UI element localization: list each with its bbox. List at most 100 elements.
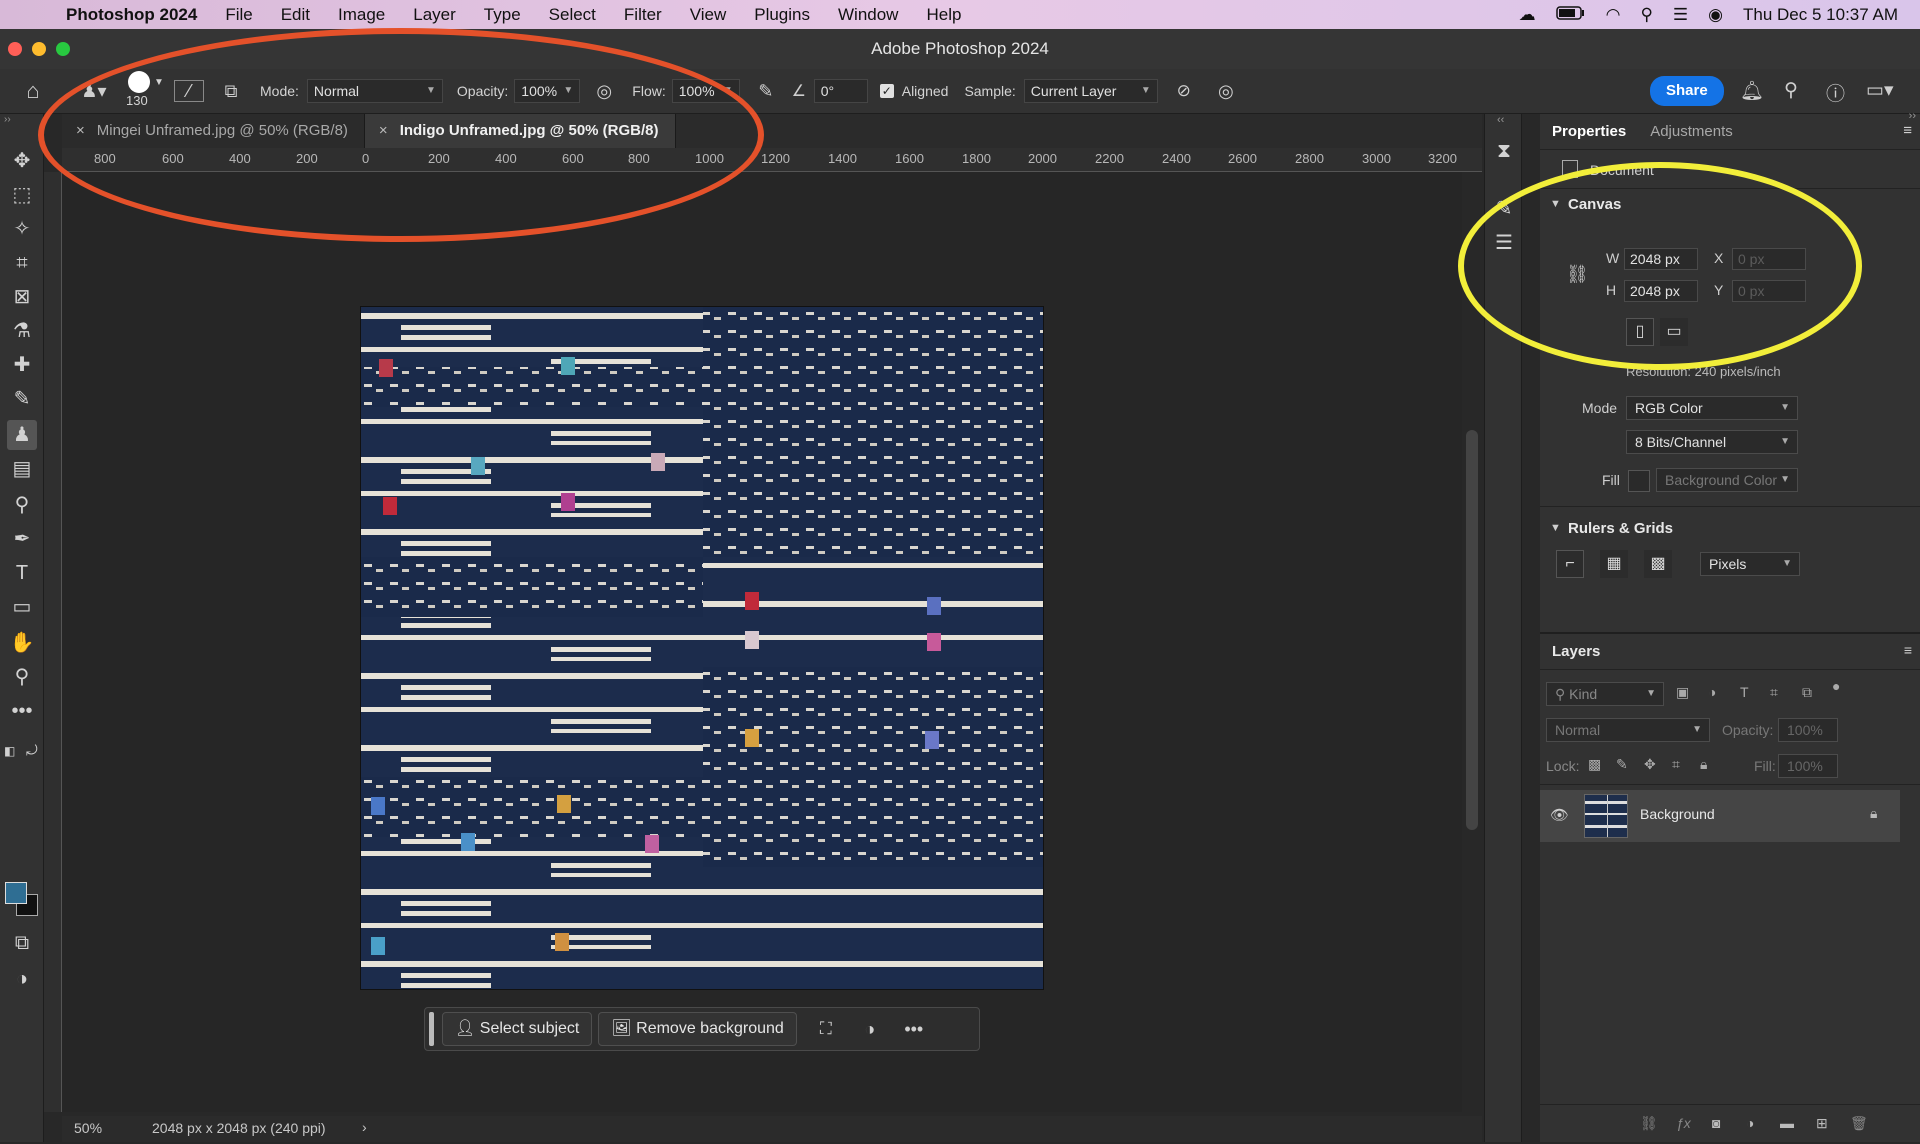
chevron-right-icon[interactable]: › bbox=[362, 1119, 367, 1135]
adjustment-icon[interactable]: ◑ bbox=[855, 1019, 885, 1040]
menubar-clock[interactable]: Thu Dec 5 10:37 AM bbox=[1743, 5, 1898, 25]
more-options-icon[interactable]: ••• bbox=[899, 1019, 929, 1040]
link-layers-icon[interactable]: ⛓ bbox=[1640, 1115, 1658, 1132]
layer-kind-filter[interactable]: ⚲ Kind ▼ bbox=[1546, 682, 1664, 706]
search-icon[interactable]: ⚲ bbox=[1784, 79, 1798, 102]
lock-pixels-icon[interactable]: ✎ bbox=[1616, 756, 1628, 773]
add-mask-icon[interactable]: ◙ bbox=[1712, 1115, 1720, 1131]
ruler-units-select[interactable]: Pixels ▼ bbox=[1700, 552, 1800, 576]
workspace-switcher-icon[interactable]: ▭▾ bbox=[1866, 79, 1894, 102]
gradient-tool-icon[interactable]: ▤ bbox=[7, 454, 37, 484]
home-icon[interactable]: ⌂ bbox=[18, 78, 48, 104]
ignore-adjustment-layers-icon[interactable]: ⊘ bbox=[1170, 81, 1198, 101]
window-minimize-button[interactable] bbox=[32, 42, 46, 56]
lock-position-icon[interactable]: ✥ bbox=[1644, 756, 1656, 773]
sample-select[interactable]: Current Layer ▼ bbox=[1023, 79, 1158, 103]
wifi-icon[interactable]: ◠ bbox=[1606, 5, 1621, 25]
layer-opacity-field[interactable]: 100% bbox=[1778, 718, 1838, 742]
bit-depth-select[interactable]: 8 Bits/Channel ▼ bbox=[1626, 430, 1798, 454]
move-tool-icon[interactable]: ✥ bbox=[7, 146, 37, 176]
menu-select[interactable]: Select bbox=[549, 5, 596, 25]
menu-layer[interactable]: Layer bbox=[413, 5, 456, 25]
aligned-checkbox[interactable]: ✓ bbox=[879, 84, 894, 98]
layer-name[interactable]: Background bbox=[1640, 806, 1715, 822]
filter-toggle-icon[interactable]: ● bbox=[1832, 678, 1840, 694]
share-button[interactable]: Share bbox=[1650, 76, 1724, 106]
hand-tool-icon[interactable]: ✋ bbox=[7, 628, 37, 658]
panel-menu-icon[interactable]: ≡ bbox=[1903, 122, 1912, 139]
app-menu[interactable]: Photoshop 2024 bbox=[66, 5, 197, 25]
new-adjustment-layer-icon[interactable]: ◑ bbox=[1746, 1115, 1754, 1131]
blend-mode-select[interactable]: Normal ▼ bbox=[1546, 718, 1710, 742]
lock-transparent-icon[interactable]: ▩ bbox=[1588, 756, 1601, 773]
zoom-tool-icon[interactable]: ⚲ bbox=[7, 662, 37, 692]
rulers-grids-section-header[interactable]: Rulers & Grids bbox=[1568, 520, 1673, 537]
object-selection-tool-icon[interactable]: ✧ bbox=[7, 214, 37, 244]
menu-filter[interactable]: Filter bbox=[624, 5, 662, 25]
layers-panel-title[interactable]: Layers bbox=[1552, 643, 1600, 660]
select-subject-button[interactable]: 👤︎ Select subject bbox=[442, 1012, 593, 1046]
healing-brush-tool-icon[interactable]: ✚ bbox=[7, 350, 37, 380]
crop-tool-icon[interactable]: ⌗ bbox=[7, 248, 37, 278]
lock-all-icon[interactable]: 🔒︎ bbox=[1700, 756, 1707, 773]
document-image[interactable] bbox=[360, 306, 1044, 990]
select-tool-icon[interactable]: ⛶ bbox=[811, 1019, 841, 1039]
filter-pixel-icon[interactable]: ▣ bbox=[1676, 684, 1689, 701]
tab-properties[interactable]: Properties bbox=[1540, 123, 1638, 140]
control-center-icon[interactable]: ☰ bbox=[1673, 5, 1688, 25]
battery-icon[interactable] bbox=[1555, 5, 1586, 25]
menu-edit[interactable]: Edit bbox=[281, 5, 310, 25]
expand-panels-icon[interactable]: ›› bbox=[1909, 110, 1916, 122]
menu-plugins[interactable]: Plugins bbox=[754, 5, 810, 25]
angle-field[interactable]: 0° bbox=[813, 79, 868, 103]
delete-layer-icon[interactable]: 🗑︎ bbox=[1850, 1115, 1868, 1132]
filter-type-icon[interactable]: T bbox=[1740, 684, 1749, 700]
zoom-level[interactable]: 50% bbox=[74, 1120, 102, 1136]
tab-adjustments[interactable]: Adjustments bbox=[1638, 123, 1745, 140]
filter-shape-icon[interactable]: ⌗ bbox=[1770, 684, 1778, 701]
remove-background-button[interactable]: 🖼︎ Remove background bbox=[598, 1012, 797, 1046]
panel-menu-icon[interactable]: ≡ bbox=[1904, 642, 1912, 658]
filter-smart-object-icon[interactable]: ⧉ bbox=[1802, 684, 1812, 701]
default-colors-icon[interactable]: ◧ bbox=[4, 744, 15, 758]
pen-tool-icon[interactable]: ✒ bbox=[7, 524, 37, 554]
swap-colors-icon[interactable]: ⤾ bbox=[26, 742, 38, 759]
quick-mask-icon[interactable]: ◑ bbox=[7, 964, 37, 994]
ruler-toggle-icon[interactable]: ⌐ bbox=[1556, 550, 1584, 578]
frame-tool-icon[interactable]: ⊠ bbox=[7, 282, 37, 312]
lock-artboard-icon[interactable]: ⌗ bbox=[1672, 756, 1680, 773]
fill-color-swatch[interactable] bbox=[1628, 470, 1650, 492]
new-group-icon[interactable]: ▬ bbox=[1780, 1115, 1794, 1131]
help-icon[interactable]: ⓘ bbox=[1826, 79, 1845, 106]
type-tool-icon[interactable]: T bbox=[7, 558, 37, 588]
history-panel-icon[interactable]: ⧗ bbox=[1489, 136, 1519, 166]
pressure-size-icon[interactable]: ◎ bbox=[1212, 81, 1240, 102]
menu-file[interactable]: File bbox=[225, 5, 252, 25]
vertical-scrollbar[interactable] bbox=[1466, 430, 1478, 830]
menu-view[interactable]: View bbox=[690, 5, 727, 25]
siri-icon[interactable]: ◉ bbox=[1708, 5, 1723, 25]
filter-adjustment-icon[interactable]: ◑ bbox=[1708, 684, 1716, 700]
eye-visibility-icon[interactable]: 👁︎ bbox=[1550, 806, 1569, 824]
collapse-panels-icon[interactable]: ‹‹ bbox=[1497, 114, 1504, 126]
spotlight-search-icon[interactable]: ⚲ bbox=[1640, 5, 1652, 25]
fx-icon[interactable]: ƒx bbox=[1676, 1115, 1691, 1131]
new-layer-icon[interactable]: ⊞ bbox=[1816, 1115, 1828, 1132]
fill-select[interactable]: Background Color ▼ bbox=[1656, 468, 1798, 492]
color-mode-select[interactable]: RGB Color ▼ bbox=[1626, 396, 1798, 420]
screen-mode-icon[interactable]: ⧉ bbox=[7, 928, 37, 958]
drag-handle[interactable] bbox=[429, 1012, 434, 1046]
clone-stamp-tool-icon[interactable]: ♟ bbox=[7, 420, 37, 450]
grid-toggle-icon[interactable]: ▦ bbox=[1600, 550, 1628, 578]
dodge-tool-icon[interactable]: ⚲ bbox=[7, 490, 37, 520]
airbrush-icon[interactable]: ✎ bbox=[752, 81, 780, 102]
window-zoom-button[interactable] bbox=[56, 42, 70, 56]
foreground-color-swatch[interactable] bbox=[5, 882, 27, 904]
layer-row[interactable]: 👁︎ Background 🔒︎ bbox=[1540, 790, 1900, 842]
rectangle-tool-icon[interactable]: ▭ bbox=[7, 592, 37, 622]
menu-help[interactable]: Help bbox=[926, 5, 961, 25]
window-close-button[interactable] bbox=[8, 42, 22, 56]
chevron-down-icon[interactable]: ▼ bbox=[1550, 522, 1561, 534]
notifications-bell-icon[interactable]: 🔔︎ bbox=[1740, 79, 1764, 103]
pixel-grid-toggle-icon[interactable]: ▩ bbox=[1644, 550, 1672, 578]
